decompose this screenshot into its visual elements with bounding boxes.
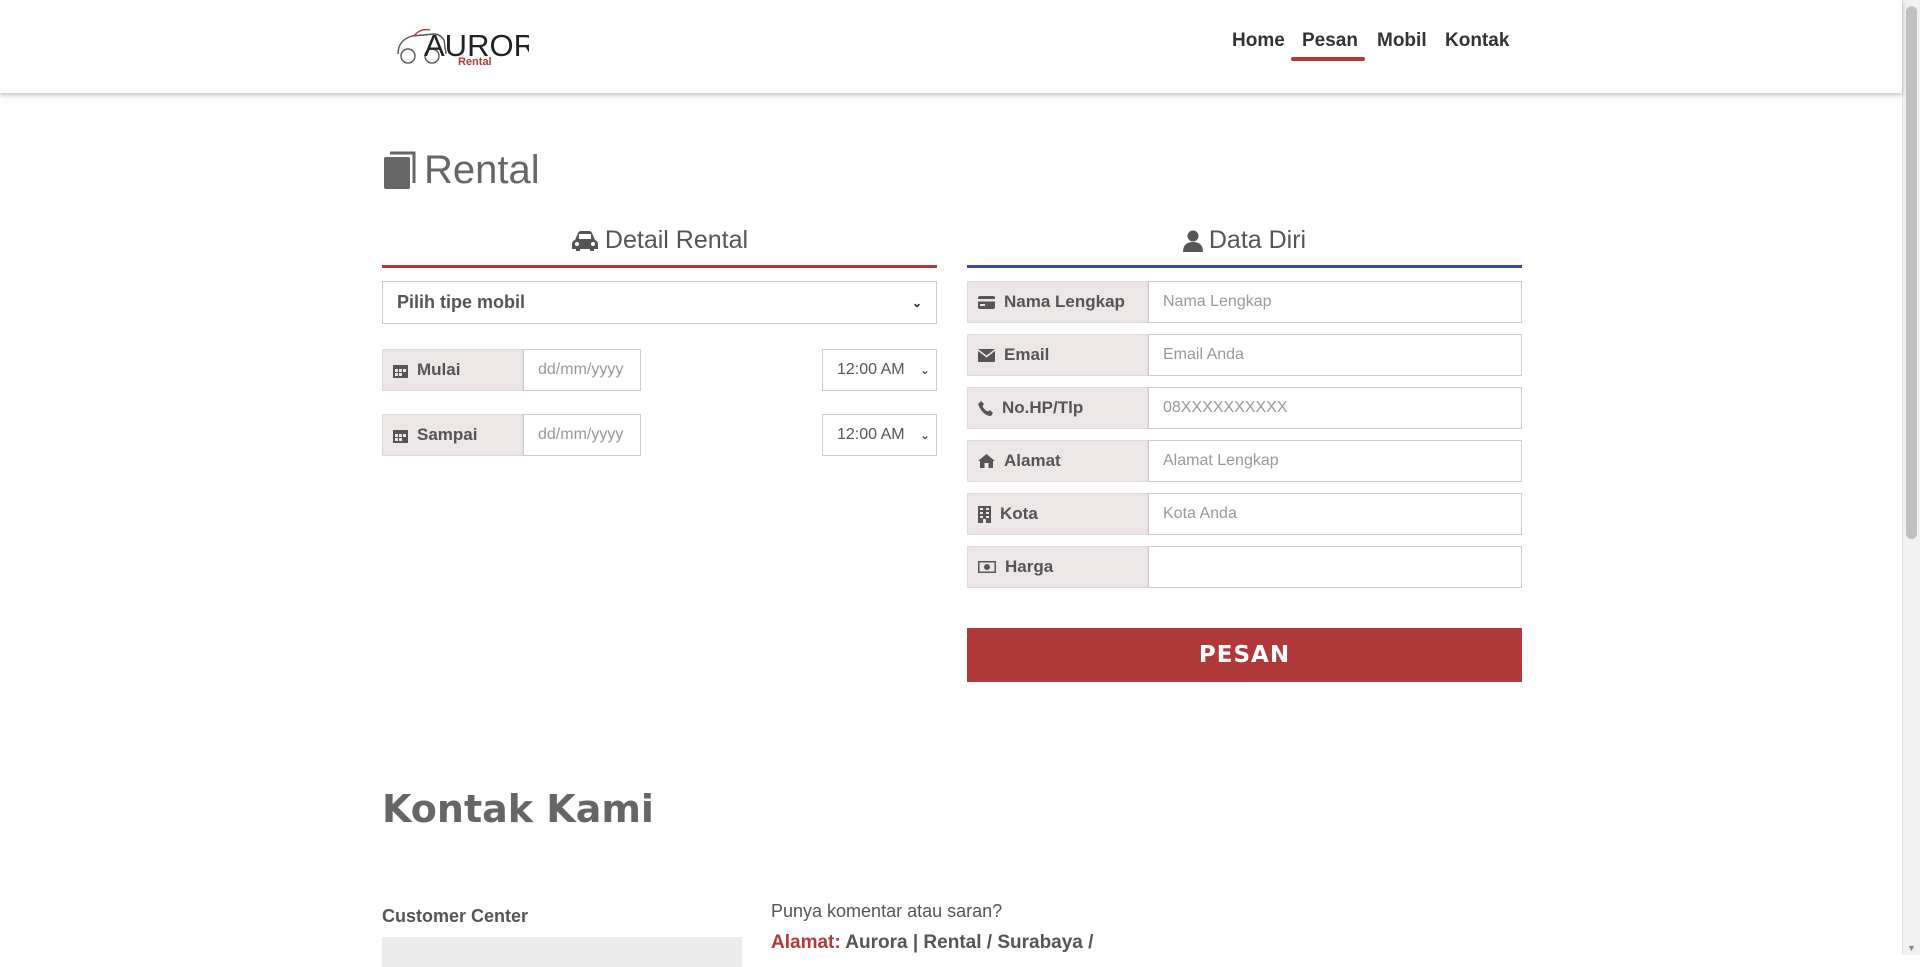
nav-home[interactable]: Home	[1232, 30, 1285, 52]
name-addon: Nama Lengkap	[967, 281, 1148, 323]
end-time-select[interactable]: 12:00 AM ⌄	[822, 414, 937, 456]
address-heading-label: Alamat:	[771, 932, 841, 953]
email-input[interactable]: Email Anda	[1148, 334, 1522, 376]
chevron-down-icon: ⌄	[911, 295, 922, 310]
calendar-icon	[393, 428, 408, 443]
end-date-addon: Sampai	[382, 414, 523, 456]
navbar: AURORA Rental Home Pesan Mobil Kontak	[0, 0, 1902, 93]
credit-card-icon	[978, 295, 995, 309]
data-diri-title: Data Diri	[1208, 226, 1307, 254]
data-diri-underline	[967, 265, 1522, 268]
price-addon: Harga	[967, 546, 1148, 588]
brand-logo[interactable]: AURORA Rental	[394, 18, 529, 72]
customer-center-label: Customer Center	[382, 906, 529, 926]
address-value: Aurora | Rental / Surabaya /	[845, 932, 1094, 953]
home-icon	[978, 454, 995, 468]
pesan-submit-button[interactable]: PESAN	[967, 628, 1522, 682]
start-time-value: 12:00 AM	[837, 361, 905, 378]
start-date-input[interactable]: dd/mm/yyyy	[523, 349, 641, 391]
nav-mobil[interactable]: Mobil	[1377, 30, 1427, 52]
page-scrollbar[interactable]: ▼	[1902, 0, 1920, 955]
customer-center-box	[382, 937, 742, 967]
start-time-select[interactable]: 12:00 AM ⌄	[822, 349, 937, 391]
city-label: Kota	[1000, 504, 1038, 523]
detail-rental-heading: Detail Rental	[382, 226, 937, 268]
address-input[interactable]: Alamat Lengkap	[1148, 440, 1522, 482]
page-title: Rental	[382, 145, 540, 195]
address-label: Alamat	[1004, 451, 1061, 470]
end-time-value: 12:00 AM	[837, 426, 905, 443]
chevron-down-icon: ⌄	[919, 428, 930, 442]
nav-active-indicator	[1291, 57, 1365, 61]
phone-icon	[978, 400, 993, 416]
calendar-icon	[393, 363, 408, 378]
price-label: Harga	[1005, 557, 1054, 576]
detail-rental-title: Detail Rental	[604, 226, 749, 254]
comment-prompt: Punya komentar atau saran?	[771, 901, 1003, 921]
name-input[interactable]: Nama Lengkap	[1148, 281, 1522, 323]
phone-addon: No.HP/Tlp	[967, 387, 1148, 429]
car-type-select[interactable]: Pilih tipe mobil ⌄	[382, 281, 937, 324]
user-icon	[1182, 230, 1203, 252]
start-date-label: Mulai	[417, 360, 461, 379]
end-date-input[interactable]: dd/mm/yyyy	[523, 414, 641, 456]
name-label: Nama Lengkap	[1004, 292, 1125, 311]
nav-pesan[interactable]: Pesan	[1302, 30, 1358, 52]
brand-sub: Rental	[458, 56, 492, 68]
city-addon: Kota	[967, 493, 1148, 535]
city-input[interactable]: Kota Anda	[1148, 493, 1522, 535]
building-icon	[978, 505, 991, 523]
chevron-down-icon: ⌄	[919, 363, 930, 377]
envelope-icon	[978, 348, 995, 362]
car-type-value: Pilih tipe mobil	[397, 292, 526, 312]
money-icon	[978, 561, 996, 573]
book-icon	[382, 151, 416, 189]
nav-kontak[interactable]: Kontak	[1445, 30, 1509, 52]
scroll-down-arrow-icon[interactable]: ▼	[1907, 943, 1916, 953]
contact-address: Alamat: Aurora | Rental / Surabaya /	[771, 932, 1093, 954]
kontak-kami-title: Kontak Kami	[382, 787, 654, 831]
detail-underline	[382, 265, 937, 268]
scrollbar-thumb[interactable]	[1906, 6, 1917, 539]
start-date-addon: Mulai	[382, 349, 523, 391]
car-icon	[571, 230, 599, 252]
phone-input[interactable]: 08XXXXXXXXXX	[1148, 387, 1522, 429]
data-diri-heading: Data Diri	[967, 226, 1522, 268]
phone-label: No.HP/Tlp	[1002, 398, 1084, 417]
page-title-text: Rental	[424, 147, 540, 192]
email-label: Email	[1004, 345, 1050, 364]
address-addon: Alamat	[967, 440, 1148, 482]
email-addon: Email	[967, 334, 1148, 376]
price-input[interactable]	[1148, 546, 1522, 588]
end-date-label: Sampai	[417, 425, 478, 444]
